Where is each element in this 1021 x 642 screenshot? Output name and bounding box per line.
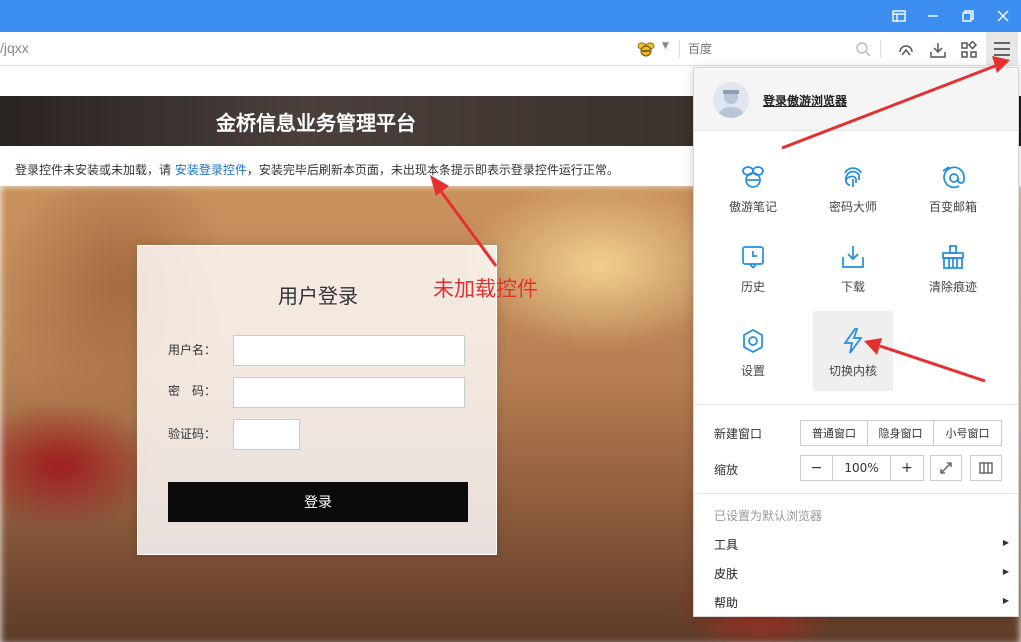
- columns-icon: [979, 462, 993, 474]
- columns-view-button[interactable]: [970, 455, 1002, 481]
- small-window-button[interactable]: 小号窗口: [934, 421, 1001, 445]
- title-bar: [0, 0, 1021, 32]
- close-icon[interactable]: [985, 0, 1021, 32]
- menu-item-notes[interactable]: 傲游笔记: [713, 147, 793, 227]
- menu-item-switch-engine[interactable]: 切换内核: [813, 311, 893, 391]
- lightning-icon: [843, 328, 863, 354]
- download-icon[interactable]: [927, 39, 949, 61]
- menu-item-clear[interactable]: 清除痕迹: [913, 227, 993, 307]
- chevron-right-icon: ▶: [1002, 538, 1009, 547]
- menu-item-label: 密码大师: [828, 200, 877, 214]
- password-input[interactable]: [233, 377, 465, 408]
- menu-item-download[interactable]: 下载: [813, 227, 893, 307]
- platform-title: 金桥信息业务管理平台: [216, 111, 416, 135]
- headset-icon[interactable]: [895, 39, 917, 61]
- menu-item-settings[interactable]: 设置: [713, 311, 793, 391]
- new-window-label: 新建窗口: [714, 427, 763, 441]
- history-icon: [742, 246, 764, 269]
- at-mail-icon: [942, 166, 965, 189]
- chevron-right-icon: ▶: [1002, 567, 1009, 576]
- zoom-label: 缩放: [714, 463, 739, 477]
- divider: [694, 404, 1018, 405]
- submenu-help[interactable]: 帮助 ▶: [714, 594, 1009, 611]
- browser-menu-panel: 登录傲游浏览器 傲游笔记 密码大师 百变邮箱 历史 下载 清除痕迹 设置 切换内…: [693, 67, 1019, 617]
- submenu-label: 皮肤: [714, 567, 739, 581]
- bee-note-icon: [742, 166, 764, 188]
- normal-window-button[interactable]: 普通窗口: [801, 421, 868, 445]
- avatar[interactable]: [713, 82, 749, 118]
- menu-item-label: 清除痕迹: [928, 280, 977, 294]
- main-menu-button[interactable]: [986, 32, 1018, 66]
- zoom-in-button[interactable]: +: [891, 456, 923, 480]
- menu-item-label: 设置: [740, 364, 765, 378]
- chevron-right-icon: ▶: [1002, 596, 1009, 605]
- menu-item-history[interactable]: 历史: [713, 227, 793, 307]
- menu-user-section: 登录傲游浏览器: [694, 68, 1018, 131]
- submenu-skin[interactable]: 皮肤 ▶: [714, 565, 1009, 582]
- bee-icon[interactable]: [636, 40, 656, 58]
- restore-icon[interactable]: [950, 0, 986, 32]
- address-bar: /jqxx ▼: [0, 32, 1021, 66]
- avatar-icon: [718, 90, 744, 118]
- menu-item-mail[interactable]: 百变邮箱: [913, 147, 993, 227]
- captcha-label: 验证码：: [168, 427, 217, 441]
- install-plugin-link[interactable]: 安装登录控件: [175, 163, 247, 177]
- submenu-label: 帮助: [714, 596, 739, 610]
- fullscreen-button[interactable]: [930, 455, 962, 481]
- fingerprint-icon: [844, 167, 862, 187]
- sidebar-toggle-icon[interactable]: [881, 0, 917, 32]
- divider: [679, 40, 680, 58]
- zoom-value: 100%: [833, 456, 891, 480]
- divider: [694, 493, 1018, 494]
- search-input[interactable]: [688, 39, 848, 59]
- chevron-down-icon[interactable]: ▼: [662, 41, 669, 51]
- notice-suffix: ，安装完毕后刷新本页面，未出现本条提示即表示登录控件运行正常。: [246, 163, 619, 177]
- default-browser-note: 已设置为默认浏览器: [714, 509, 823, 523]
- new-window-options: 普通窗口 隐身窗口 小号窗口: [800, 420, 1002, 446]
- divider: [880, 40, 881, 58]
- submenu-tools[interactable]: 工具 ▶: [714, 536, 1009, 553]
- apps-grid-icon[interactable]: [958, 39, 980, 61]
- hamburger-icon: [994, 42, 1010, 56]
- notice-prefix: 登录控件未安装或未加载，请: [15, 163, 175, 177]
- settings-gear-icon: [743, 329, 763, 353]
- captcha-input[interactable]: [233, 419, 300, 450]
- menu-item-label: 切换内核: [828, 364, 877, 378]
- private-window-button[interactable]: 隐身窗口: [868, 421, 934, 445]
- password-label: 密 码：: [168, 384, 217, 398]
- menu-item-label: 历史: [740, 280, 765, 294]
- minimize-icon[interactable]: [915, 0, 951, 32]
- annotation-text: 未加载控件: [433, 277, 538, 301]
- submenu-label: 工具: [714, 538, 739, 552]
- menu-item-label: 傲游笔记: [728, 200, 777, 214]
- plugin-notice: 登录控件未安装或未加载，请 安装登录控件，安装完毕后刷新本页面，未出现本条提示即…: [15, 161, 619, 178]
- menu-item-label: 下载: [840, 280, 865, 294]
- username-input[interactable]: [233, 335, 465, 366]
- search-icon[interactable]: [855, 41, 871, 57]
- zoom-out-button[interactable]: −: [801, 456, 833, 480]
- login-browser-link[interactable]: 登录傲游浏览器: [763, 92, 847, 109]
- username-label: 用户名：: [168, 343, 217, 357]
- zoom-control: − 100% +: [800, 455, 924, 481]
- expand-icon: [940, 462, 952, 474]
- url-text[interactable]: /jqxx: [0, 40, 29, 56]
- download-icon: [842, 246, 864, 268]
- login-button[interactable]: 登录: [168, 482, 468, 522]
- menu-item-password[interactable]: 密码大师: [813, 147, 893, 227]
- broom-icon: [942, 245, 964, 269]
- menu-item-label: 百变邮箱: [928, 200, 977, 214]
